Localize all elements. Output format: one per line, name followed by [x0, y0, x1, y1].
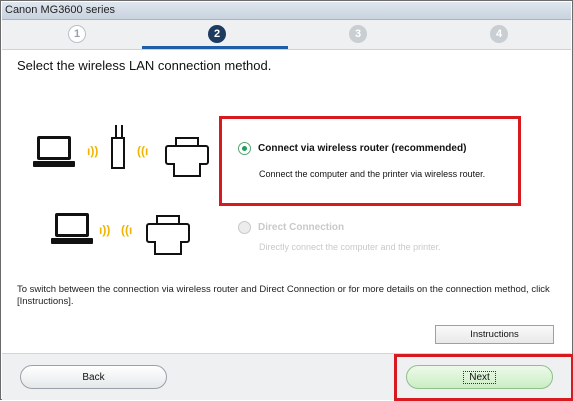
step-1-indicator: 1 [68, 25, 86, 43]
page-title: Select the wireless LAN connection metho… [17, 58, 272, 73]
step-1-label: 1 [73, 28, 81, 40]
highlight-box-next-button [394, 354, 573, 401]
back-button-label: Back [82, 371, 105, 383]
step-4-indicator: 4 [490, 25, 508, 43]
direct-connection-radio[interactable] [238, 221, 251, 234]
window-title: Canon MG3600 series [5, 4, 116, 16]
instructions-button[interactable]: Instructions [435, 325, 554, 344]
title-bar: Canon MG3600 series [2, 2, 571, 20]
highlight-box-router-option [219, 116, 521, 206]
step-3-indicator: 3 [349, 25, 367, 43]
step-2-label: 2 [213, 28, 221, 40]
step-2-indicator: 2 [208, 25, 226, 43]
step-3-label: 3 [354, 28, 362, 40]
wireless-waves-icon: ((ı [121, 223, 133, 237]
installer-window: Canon MG3600 series 1 2 3 4 Select the w… [0, 0, 573, 401]
active-step-underline [142, 46, 288, 49]
step-4-label: 4 [495, 28, 503, 40]
wireless-waves-icon: ((ı [137, 144, 149, 158]
direct-connection-label[interactable]: Direct Connection [258, 222, 344, 233]
wireless-waves-icon: ı)) [87, 144, 99, 158]
direct-connection-description: Directly connect the computer and the pr… [259, 242, 441, 252]
back-button[interactable]: Back [20, 365, 167, 389]
instructions-hint-text: To switch between the connection via wir… [17, 284, 550, 307]
wireless-waves-icon: ı)) [99, 223, 111, 237]
